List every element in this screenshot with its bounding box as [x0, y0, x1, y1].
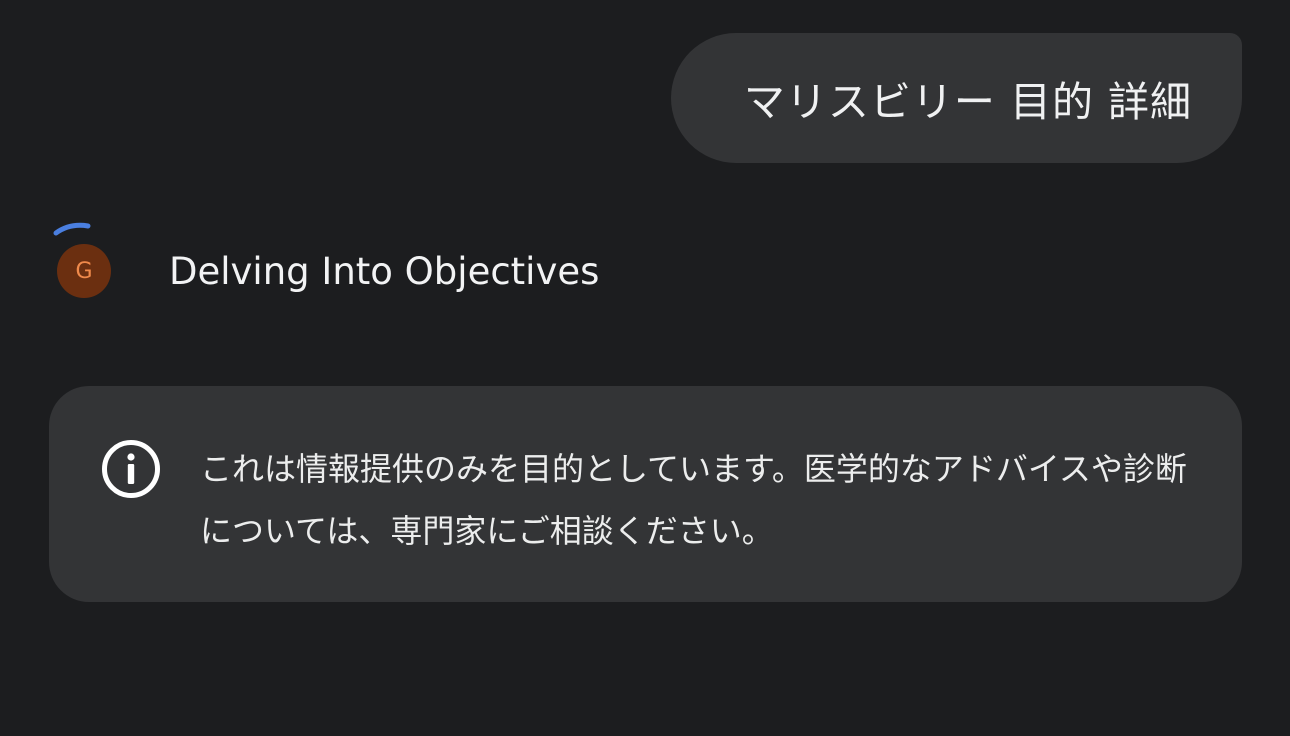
info-icon [102, 440, 160, 498]
user-message-bubble: マリスビリー 目的 詳細 [671, 33, 1242, 163]
disclaimer-card: これは情報提供のみを目的としています。医学的なアドバイスや診断については、専門家… [49, 386, 1242, 602]
assistant-avatar-group: G [50, 218, 118, 302]
disclaimer-text: これは情報提供のみを目的としています。医学的なアドバイスや診断については、専門家… [200, 450, 1187, 550]
avatar-letter: G [75, 258, 93, 284]
assistant-status-text: Delving Into Objectives [169, 250, 600, 293]
user-message-text: マリスビリー 目的 詳細 [743, 78, 1192, 126]
avatar: G [57, 244, 111, 298]
